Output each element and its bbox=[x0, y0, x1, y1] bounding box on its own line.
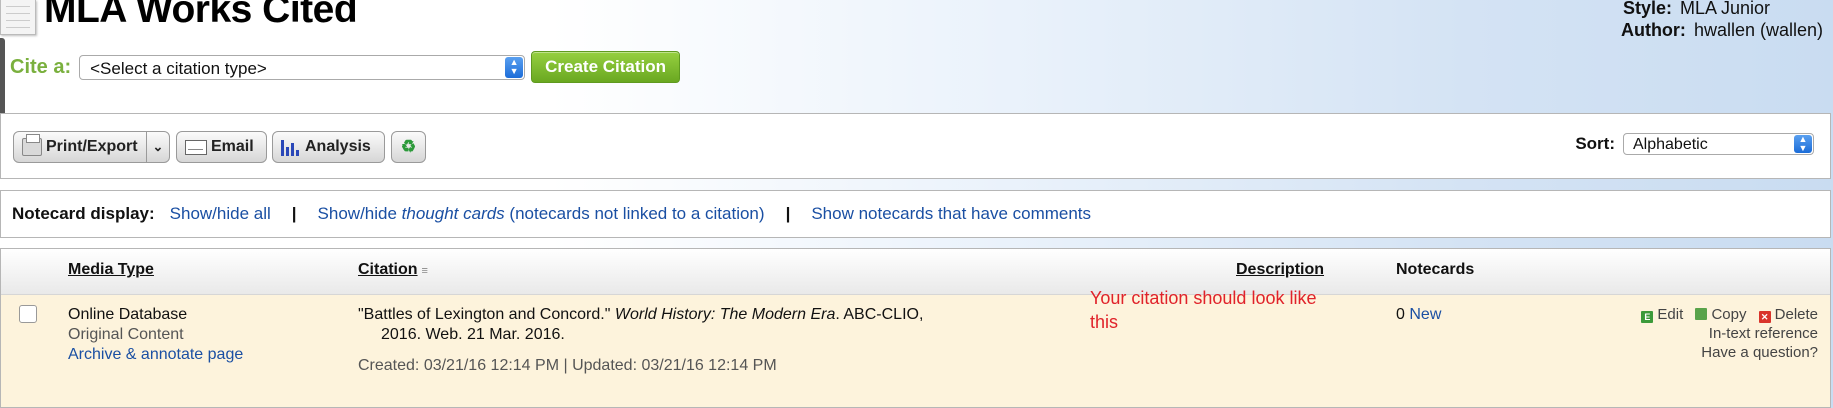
header-citation-label: Citation bbox=[358, 261, 418, 278]
header-description[interactable]: Description bbox=[1236, 261, 1324, 279]
media-subtype: Original Content bbox=[68, 326, 184, 343]
email-button[interactable]: Email bbox=[176, 131, 267, 163]
show-notecards-with-comments-link[interactable]: Show notecards that have comments bbox=[811, 204, 1091, 224]
separator: | bbox=[785, 204, 791, 223]
copy-icon bbox=[1695, 308, 1708, 320]
recycle-button[interactable]: ♻ bbox=[391, 131, 426, 163]
style-value: MLA Junior bbox=[1680, 0, 1771, 18]
bar-chart-icon bbox=[281, 138, 301, 156]
row-actions: E Edit Copy ✕ Delete In-text reference Hav… bbox=[1633, 305, 1818, 362]
table-row: Online Database Original Content Archive… bbox=[1, 295, 1830, 407]
separator: | bbox=[291, 204, 297, 223]
citations-table: Media Type Citation ≡ Description Notecar… bbox=[0, 248, 1831, 408]
new-notecard-link[interactable]: New bbox=[1409, 306, 1441, 323]
notecard-display-bar: Notecard display: Show/hide all | Show/h… bbox=[0, 190, 1831, 238]
notecards-cell: 0 New bbox=[1396, 305, 1441, 325]
citation-line2: 2016. Web. 21 Mar. 2016. bbox=[381, 326, 565, 343]
select-arrows-icon: ▲ ▼ bbox=[505, 56, 524, 78]
analysis-button[interactable]: Analysis bbox=[272, 131, 385, 163]
page-title: MLA Works Cited bbox=[44, 0, 358, 31]
edit-label: Edit bbox=[1657, 306, 1684, 323]
copy-label: Copy bbox=[1711, 306, 1747, 323]
sort-value: Alphabetic bbox=[1633, 136, 1708, 153]
toolbar: Print/Export ⌄ Email Analysis ♻ Sort: Al… bbox=[0, 113, 1831, 179]
archive-annotate-link[interactable]: Archive & annotate page bbox=[68, 346, 243, 363]
have-a-question-link[interactable]: Have a question? bbox=[1701, 344, 1818, 361]
delete-button[interactable]: ✕ Delete bbox=[1758, 306, 1818, 323]
edit-icon: E bbox=[1641, 311, 1654, 323]
delete-label: Delete bbox=[1774, 306, 1818, 323]
cite-row: Cite a: <Select a citation type> ▲ ▼ Crea… bbox=[10, 51, 681, 83]
print-export-button[interactable]: Print/Export ⌄ bbox=[13, 131, 170, 163]
chevron-down-icon[interactable]: ⌄ bbox=[146, 132, 169, 162]
recycle-icon: ♻ bbox=[400, 137, 417, 156]
citation-part2: . ABC-CLIO, bbox=[835, 306, 924, 323]
in-text-reference-link[interactable]: In-text reference bbox=[1709, 325, 1818, 342]
document-icon bbox=[0, 0, 36, 35]
citation-text: "Battles of Lexington and Concord." Worl… bbox=[358, 305, 958, 325]
created-updated: Created: 03/21/16 12:14 PM | Updated: 03… bbox=[358, 357, 777, 374]
copy-button[interactable]: Copy bbox=[1695, 306, 1746, 323]
annotation-line1: Your citation should look like bbox=[1090, 288, 1317, 308]
delete-icon: ✕ bbox=[1758, 311, 1771, 323]
sort-label: Sort: bbox=[1575, 134, 1615, 153]
printer-icon bbox=[22, 134, 42, 156]
notecard-count: 0 bbox=[1396, 306, 1405, 323]
citation-cell: "Battles of Lexington and Concord." Worl… bbox=[358, 305, 958, 376]
citation-part1: "Battles of Lexington and Concord." bbox=[358, 306, 615, 323]
notecard-display-label: Notecard display: bbox=[12, 204, 155, 223]
media-type: Online Database bbox=[68, 306, 188, 323]
thought-cards-text: thought cards bbox=[401, 204, 505, 223]
cite-label: Cite a: bbox=[10, 55, 72, 78]
style-label: Style: bbox=[1622, 0, 1672, 18]
email-label: Email bbox=[211, 138, 254, 155]
sort-indicator-icon: ≡ bbox=[421, 265, 428, 277]
annotation-line2: this bbox=[1090, 312, 1119, 332]
author-value: hwallen (wallen) bbox=[1693, 20, 1823, 40]
table-header: Media Type Citation ≡ Description Notecar… bbox=[1, 249, 1830, 295]
thought-prefix: Show/hide bbox=[317, 204, 402, 223]
analysis-label: Analysis bbox=[305, 138, 371, 155]
thought-suffix: (notecards not linked to a citation) bbox=[504, 204, 765, 223]
citation-type-value: <Select a citation type> bbox=[90, 58, 267, 78]
envelope-icon bbox=[185, 139, 207, 155]
citation-source-title: World History: The Modern Era bbox=[614, 306, 836, 323]
print-export-label: Print/Export bbox=[46, 138, 138, 155]
row-checkbox[interactable] bbox=[19, 305, 37, 323]
header-meta: Style: MLA Junior Author: hwallen (wallen) bbox=[1621, 0, 1823, 41]
create-citation-button[interactable]: Create Citation bbox=[531, 51, 681, 83]
header-citation[interactable]: Citation ≡ bbox=[358, 261, 428, 279]
media-type-cell: Online Database Original Content Archive… bbox=[68, 305, 243, 365]
author-label: Author: bbox=[1620, 20, 1686, 40]
sort-control: Sort: Alphabetic ▲ ▼ bbox=[1575, 133, 1814, 155]
header-notecards: Notecards bbox=[1396, 261, 1475, 278]
show-hide-all-link[interactable]: Show/hide all bbox=[170, 204, 271, 224]
select-arrows-icon: ▲ ▼ bbox=[1794, 135, 1812, 153]
header-media-type[interactable]: Media Type bbox=[68, 261, 154, 279]
sort-select[interactable]: Alphabetic ▲ ▼ bbox=[1623, 133, 1814, 155]
edit-button[interactable]: E Edit bbox=[1641, 306, 1683, 323]
citation-type-select[interactable]: <Select a citation type> ▲ ▼ bbox=[79, 54, 526, 80]
show-hide-thought-cards-link[interactable]: Show/hide thought cards (notecards not l… bbox=[318, 204, 765, 224]
annotation-note: Your citation should look like this bbox=[1090, 286, 1316, 334]
